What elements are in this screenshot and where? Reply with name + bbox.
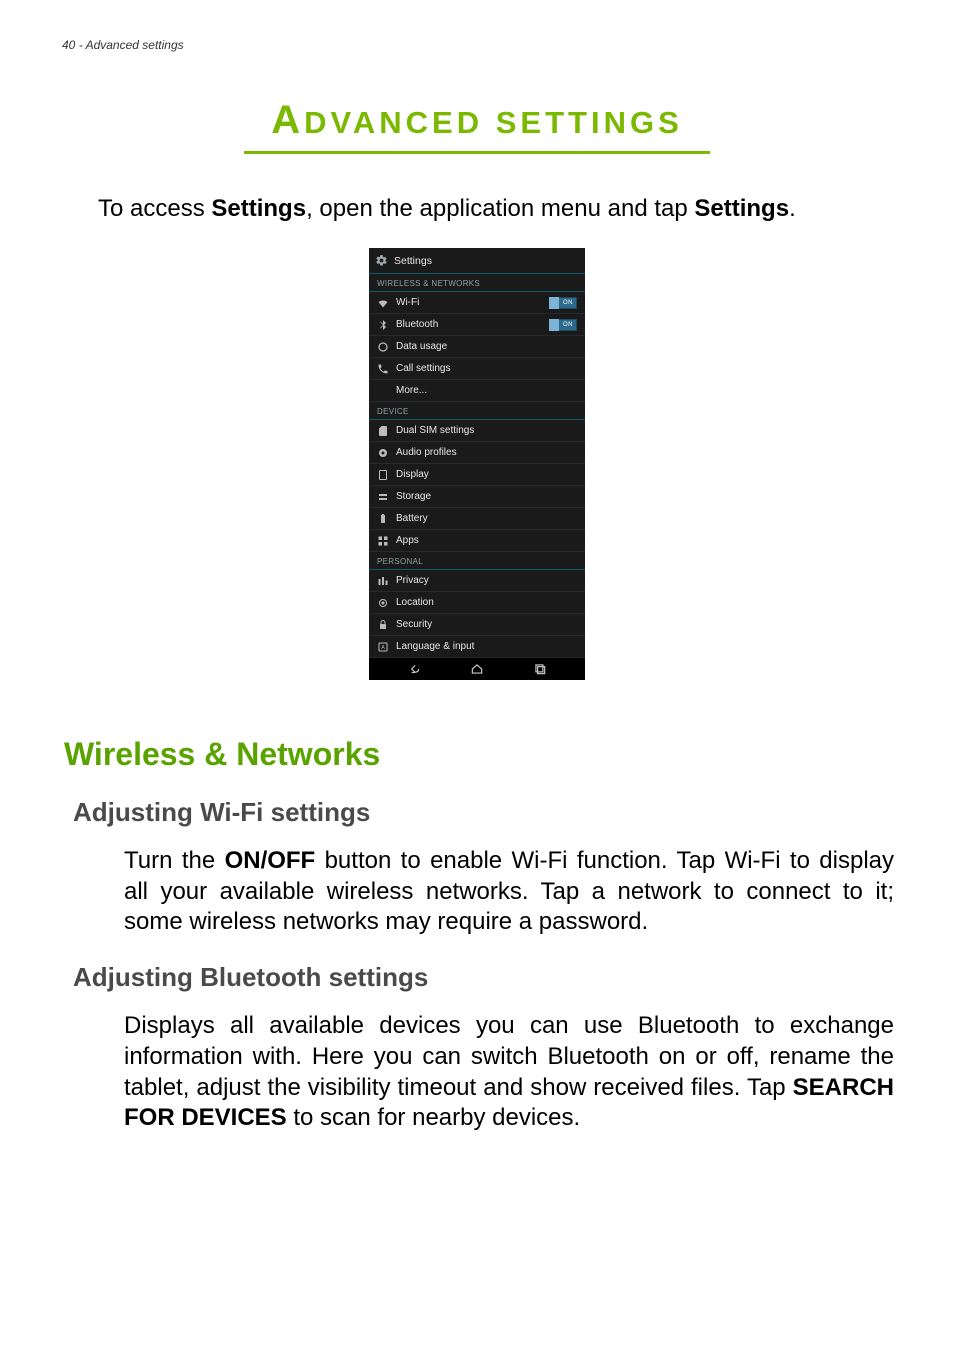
row-call-settings[interactable]: Call settings bbox=[369, 358, 585, 380]
row-dual-sim[interactable]: Dual SIM settings bbox=[369, 420, 585, 442]
recent-icon[interactable] bbox=[531, 662, 549, 676]
phone-navbar bbox=[369, 658, 585, 680]
svg-text:A: A bbox=[381, 645, 385, 651]
heading-wifi: Adjusting Wi-Fi settings bbox=[73, 797, 894, 828]
storage-icon bbox=[377, 491, 389, 503]
row-audio[interactable]: Audio profiles bbox=[369, 442, 585, 464]
heading-wireless-networks: Wireless & Networks bbox=[64, 736, 894, 773]
row-display[interactable]: Display bbox=[369, 464, 585, 486]
row-more[interactable]: More... bbox=[369, 380, 585, 402]
paragraph-wifi: Turn the ON/OFF button to enable Wi-Fi f… bbox=[124, 846, 894, 938]
row-battery[interactable]: Battery bbox=[369, 508, 585, 530]
row-storage[interactable]: Storage bbox=[369, 486, 585, 508]
language-icon: A bbox=[377, 641, 389, 653]
phone-titlebar: Settings bbox=[369, 248, 585, 273]
intro-paragraph: To access Settings, open the application… bbox=[98, 194, 894, 224]
heading-bluetooth: Adjusting Bluetooth settings bbox=[73, 962, 894, 993]
screenshot-container: Settings WIRELESS & NETWORKS Wi-Fi ON Bl… bbox=[60, 248, 894, 680]
wifi-icon bbox=[377, 297, 389, 309]
row-bluetooth[interactable]: Bluetooth ON bbox=[369, 314, 585, 336]
row-security[interactable]: Security bbox=[369, 614, 585, 636]
row-language[interactable]: A Language & input bbox=[369, 636, 585, 658]
paragraph-bluetooth: Displays all available devices you can u… bbox=[124, 1011, 894, 1134]
data-usage-icon bbox=[377, 341, 389, 353]
section-device-label: DEVICE bbox=[369, 402, 585, 419]
lock-icon bbox=[377, 619, 389, 631]
page-title: ADVANCED SETTINGS bbox=[60, 98, 894, 154]
phone-screenshot: Settings WIRELESS & NETWORKS Wi-Fi ON Bl… bbox=[369, 248, 585, 680]
sim-icon bbox=[377, 425, 389, 437]
location-icon bbox=[377, 597, 389, 609]
page-number: 40 bbox=[62, 38, 75, 52]
row-privacy[interactable]: Privacy bbox=[369, 570, 585, 592]
audio-icon bbox=[377, 447, 389, 459]
page-section: Advanced settings bbox=[86, 38, 184, 52]
battery-icon bbox=[377, 513, 389, 525]
section-wireless-label: WIRELESS & NETWORKS bbox=[369, 274, 585, 291]
bluetooth-icon bbox=[377, 319, 389, 331]
row-data-usage[interactable]: Data usage bbox=[369, 336, 585, 358]
title-underline bbox=[244, 151, 710, 154]
wifi-toggle[interactable]: ON bbox=[549, 297, 577, 309]
page: 40 - Advanced settings ADVANCED SETTINGS… bbox=[0, 0, 954, 1352]
gear-icon bbox=[375, 254, 388, 267]
row-wifi[interactable]: Wi-Fi ON bbox=[369, 292, 585, 314]
apps-icon bbox=[377, 535, 389, 547]
display-icon bbox=[377, 469, 389, 481]
section-personal-label: PERSONAL bbox=[369, 552, 585, 569]
bluetooth-toggle[interactable]: ON bbox=[549, 319, 577, 331]
page-header: 40 - Advanced settings bbox=[62, 38, 894, 52]
home-icon[interactable] bbox=[468, 662, 486, 676]
phone-title: Settings bbox=[394, 255, 432, 267]
row-location[interactable]: Location bbox=[369, 592, 585, 614]
privacy-icon bbox=[377, 575, 389, 587]
row-apps[interactable]: Apps bbox=[369, 530, 585, 552]
back-icon[interactable] bbox=[405, 662, 423, 676]
phone-icon bbox=[377, 363, 389, 375]
